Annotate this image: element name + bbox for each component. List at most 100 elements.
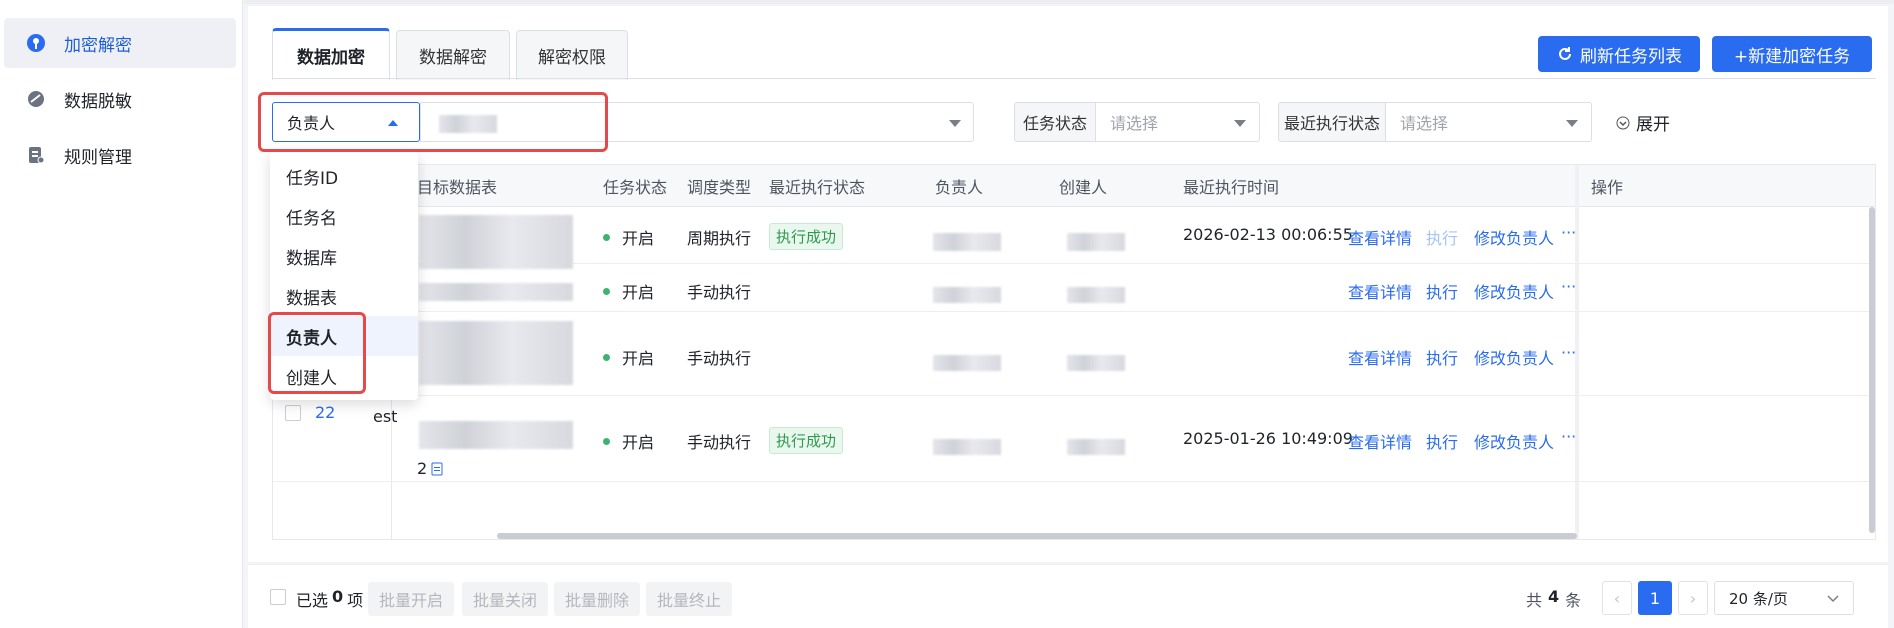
chevron-down-icon — [1827, 595, 1839, 603]
tab-label: 数据加密 — [297, 48, 365, 68]
more-icon[interactable]: ··· — [1561, 223, 1576, 242]
column-header: 负责人 — [935, 178, 984, 197]
column-header: 最近执行状态 — [769, 178, 866, 197]
chevron-down-icon — [1234, 120, 1246, 127]
label-text: 最近执行状态 — [1283, 114, 1380, 133]
task-status-select[interactable]: 请选择 — [1096, 102, 1260, 142]
tabs-divider — [272, 78, 1876, 79]
selected-count: 已选 0 项 — [296, 587, 363, 611]
status-dot — [603, 353, 610, 361]
row-divider — [273, 395, 1875, 396]
view-details-link[interactable]: 查看详情 — [1348, 345, 1412, 369]
sidebar-item-encrypt-decrypt[interactable]: 加密解密 — [4, 18, 236, 68]
redacted-owner — [933, 233, 1001, 251]
label-text: 任务状态 — [1022, 114, 1087, 133]
redacted-owner — [933, 287, 1001, 303]
tab-data-decrypt[interactable]: 数据解密 — [396, 30, 510, 80]
execute-link[interactable]: 执行 — [1426, 429, 1458, 453]
dropdown-option-table[interactable]: 数据表 — [270, 276, 418, 316]
total-count: 共 4 条 — [1526, 587, 1581, 611]
change-owner-link[interactable]: 修改负责人 — [1474, 279, 1554, 303]
status-text: 开启 — [622, 283, 655, 302]
batch-disable-button[interactable]: 批量关闭 — [462, 582, 548, 616]
sidebar-item-rule-management[interactable]: 规则管理 — [0, 130, 238, 180]
column-header: 最近执行时间 — [1183, 178, 1280, 197]
expand-label: 展开 — [1636, 115, 1670, 135]
tab-data-encrypt[interactable]: 数据加密 — [272, 28, 390, 80]
expand-filters-toggle[interactable]: 展开 — [1616, 110, 1670, 135]
horizontal-scrollbar[interactable] — [497, 533, 1577, 539]
status-cell: 开启 — [603, 279, 654, 303]
batch-terminate-button[interactable]: 批量终止 — [646, 582, 732, 616]
exec-status-badge: 执行成功 — [769, 223, 844, 250]
row-divider — [273, 311, 1875, 312]
prev-page-button[interactable]: ‹ — [1602, 581, 1632, 615]
next-page-button[interactable]: › — [1678, 581, 1708, 615]
execute-link[interactable]: 执行 — [1426, 345, 1458, 369]
total-suffix: 条 — [1565, 591, 1582, 610]
select-placeholder: 请选择 — [1400, 114, 1449, 133]
view-details-link[interactable]: 查看详情 — [1348, 225, 1412, 249]
redacted-creator — [1067, 287, 1125, 303]
chevron-down-icon — [1566, 120, 1578, 127]
execute-link[interactable]: 执行 — [1426, 225, 1458, 249]
status-text: 开启 — [622, 229, 655, 248]
select-all-checkbox[interactable] — [270, 589, 286, 605]
total-prefix: 共 — [1526, 591, 1543, 610]
status-cell: 开启 — [603, 225, 654, 249]
column-header: 调度类型 — [687, 178, 752, 197]
chevron-left-icon: ‹ — [1613, 588, 1621, 608]
page-size-value: 20 条/页 — [1729, 589, 1788, 608]
view-details-link[interactable]: 查看详情 — [1348, 429, 1412, 453]
dropdown-option-task-id[interactable]: 任务ID — [270, 156, 418, 196]
exec-time-cell: 2025-01-26 10:49:09 — [1183, 429, 1353, 448]
row-checkbox[interactable] — [285, 405, 301, 421]
page-1-button[interactable]: 1 — [1638, 581, 1672, 615]
redacted-table-name — [419, 321, 573, 385]
document-icon[interactable] — [431, 462, 443, 476]
column-header: 任务状态 — [603, 178, 668, 197]
redacted-creator — [1067, 355, 1125, 371]
batch-delete-button[interactable]: 批量删除 — [554, 582, 640, 616]
schedule-cell: 手动执行 — [687, 349, 752, 368]
view-details-link[interactable]: 查看详情 — [1348, 279, 1412, 303]
dropdown-option-task-name[interactable]: 任务名 — [270, 196, 418, 236]
rules-icon — [26, 145, 46, 165]
redacted-creator — [1067, 233, 1125, 251]
vertical-scrollbar[interactable] — [1869, 207, 1875, 533]
select-placeholder: 请选择 — [1110, 114, 1159, 133]
key-icon — [26, 33, 46, 53]
status-text: 开启 — [622, 433, 655, 452]
chevron-circle-down-icon — [1616, 116, 1630, 129]
exec-time-cell: 2026-02-13 00:06:55 — [1183, 225, 1353, 244]
task-name-fragment: est — [373, 407, 398, 426]
redacted-table-name — [419, 215, 573, 269]
tab-decrypt-permission[interactable]: 解密权限 — [516, 30, 628, 80]
more-icon[interactable]: ··· — [1561, 277, 1576, 296]
page-size-select[interactable]: 20 条/页 — [1714, 581, 1854, 615]
tab-label: 数据解密 — [419, 48, 487, 68]
execute-link[interactable]: 执行 — [1426, 279, 1458, 303]
target-table-fragment: 2 — [417, 459, 443, 478]
schedule-cell: 手动执行 — [687, 283, 752, 302]
schedule-cell: 周期执行 — [687, 229, 752, 248]
more-icon[interactable]: ··· — [1561, 343, 1576, 362]
change-owner-link[interactable]: 修改负责人 — [1474, 345, 1554, 369]
change-owner-link[interactable]: 修改负责人 — [1474, 429, 1554, 453]
task-id-link[interactable]: 22 — [315, 403, 335, 422]
change-owner-link[interactable]: 修改负责人 — [1474, 225, 1554, 249]
sidebar-item-label: 加密解密 — [64, 35, 132, 56]
selected-suffix: 项 — [347, 591, 364, 610]
new-encrypt-task-button[interactable]: +新建加密任务 — [1712, 36, 1872, 72]
status-dot — [603, 287, 610, 295]
last-exec-status-select[interactable]: 请选择 — [1386, 102, 1592, 142]
sidebar-item-data-masking[interactable]: 数据脱敏 — [0, 74, 238, 124]
exec-status-badge: 执行成功 — [769, 427, 844, 454]
more-icon[interactable]: ··· — [1561, 427, 1576, 446]
column-header: 目标数据表 — [417, 178, 498, 197]
batch-enable-button[interactable]: 批量开启 — [368, 582, 454, 616]
dropdown-option-database[interactable]: 数据库 — [270, 236, 418, 276]
redacted-creator — [1067, 439, 1125, 455]
status-dot — [603, 437, 610, 445]
refresh-task-list-button[interactable]: 刷新任务列表 — [1538, 36, 1700, 72]
